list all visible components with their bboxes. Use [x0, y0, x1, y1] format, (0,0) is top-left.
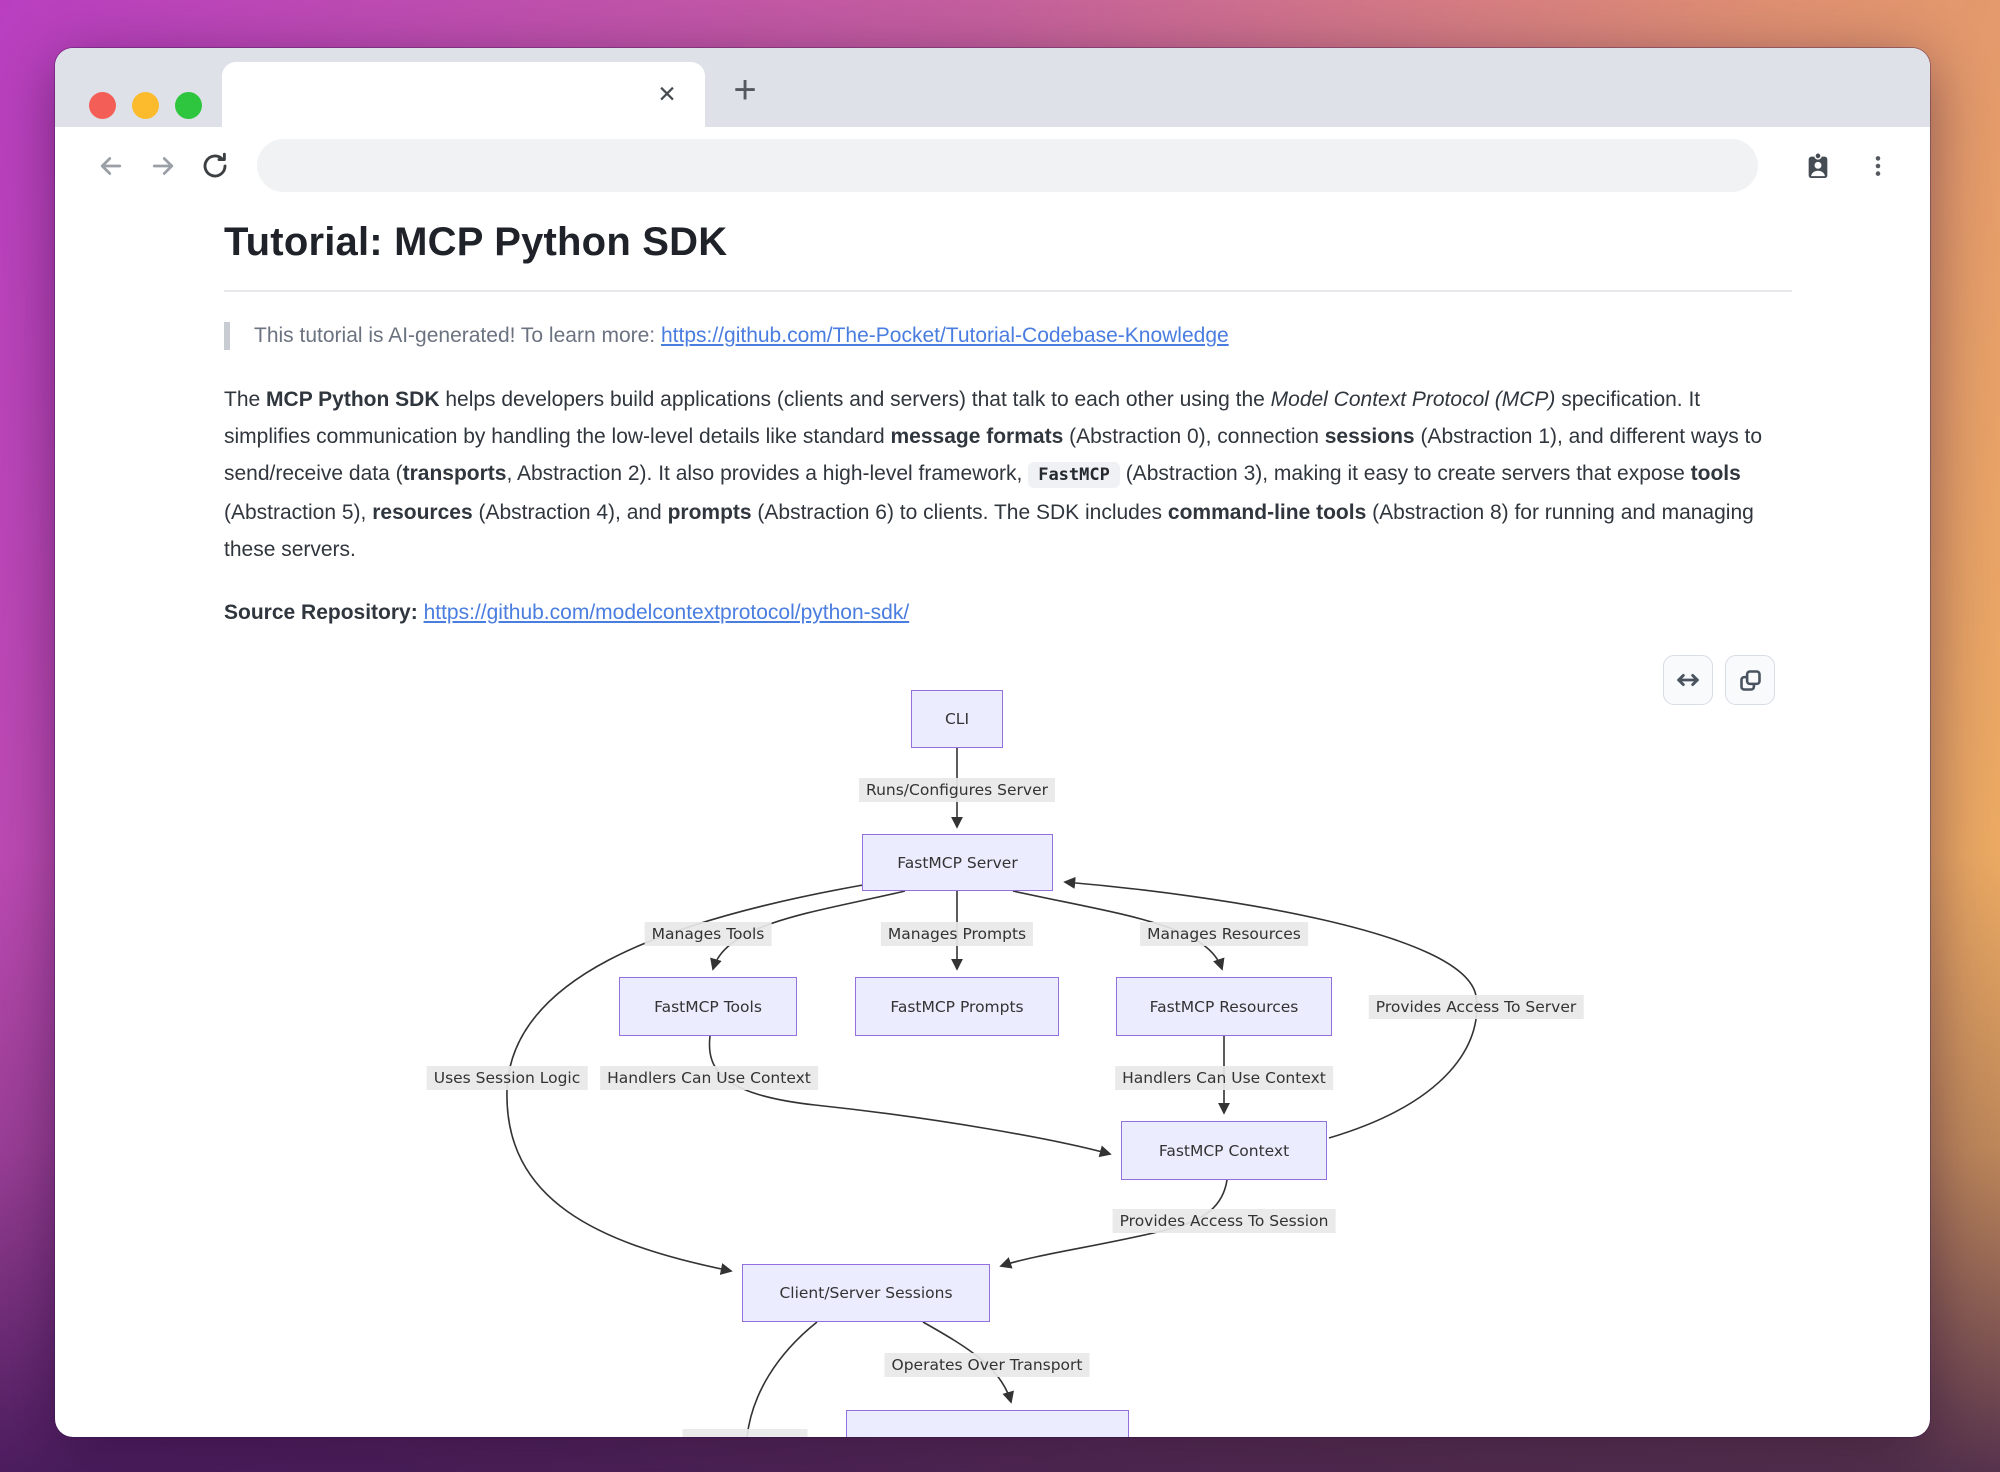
page-content: Tutorial: MCP Python SDK This tutorial i…: [55, 204, 1930, 625]
browser-window: ✕ + Tutorial: MCP Python SDK This tutori…: [55, 48, 1930, 1437]
edge-label: Operates Over Transport: [884, 1353, 1089, 1377]
edge-label: Manages Tools: [645, 922, 772, 946]
traffic-light-zoom-icon[interactable]: [175, 92, 202, 119]
edge-label: Handlers Can Use Context: [1115, 1066, 1333, 1090]
edge-label: Manages Resources: [1140, 922, 1308, 946]
node-cli[interactable]: CLI: [911, 690, 1003, 748]
edge-label: Provides Access To Server: [1369, 995, 1584, 1019]
expand-horizontal-icon: [1674, 666, 1702, 694]
traffic-light-minimize-icon[interactable]: [132, 92, 159, 119]
forward-icon[interactable]: [137, 140, 189, 192]
traffic-lights: [89, 92, 202, 119]
node-fastmcp-prompts[interactable]: FastMCP Prompts: [855, 977, 1059, 1036]
expand-diagram-button[interactable]: [1663, 655, 1713, 705]
node-transport-partial[interactable]: [846, 1410, 1129, 1437]
copy-diagram-button[interactable]: [1725, 655, 1775, 705]
edge-label: Handlers Can Use Context: [600, 1066, 818, 1090]
edge-label: Uses Session Logic: [427, 1066, 588, 1090]
page-title: Tutorial: MCP Python SDK: [224, 220, 1792, 265]
source-repository-link[interactable]: https://github.com/modelcontextprotocol/…: [424, 601, 910, 624]
intro-paragraph: The MCP Python SDK helps developers buil…: [224, 381, 1792, 568]
tutorial-codebase-link[interactable]: https://github.com/The-Pocket/Tutorial-C…: [661, 324, 1229, 347]
edge-label: Provides Access To Session: [1113, 1209, 1336, 1233]
reload-icon[interactable]: [189, 140, 241, 192]
copy-icon: [1737, 667, 1764, 694]
edge-label-partial: [683, 1429, 808, 1437]
traffic-light-close-icon[interactable]: [89, 92, 116, 119]
edge-label: Manages Prompts: [881, 922, 1033, 946]
new-tab-button[interactable]: +: [721, 66, 769, 114]
node-fastmcp-server[interactable]: FastMCP Server: [862, 834, 1053, 891]
node-client-server-sessions[interactable]: Client/Server Sessions: [742, 1264, 990, 1322]
node-fastmcp-context[interactable]: FastMCP Context: [1121, 1121, 1327, 1180]
edge-label: Runs/Configures Server: [859, 778, 1055, 802]
tab-strip: ✕ +: [55, 48, 1930, 127]
browser-tab[interactable]: ✕: [222, 62, 705, 127]
browser-toolbar: [55, 127, 1930, 204]
menu-kebab-icon[interactable]: [1852, 140, 1904, 192]
address-bar[interactable]: [257, 139, 1758, 192]
source-repository-line: Source Repository: https://github.com/mo…: [224, 601, 1792, 625]
title-divider: [224, 290, 1792, 292]
node-fastmcp-tools[interactable]: FastMCP Tools: [619, 977, 797, 1036]
source-repository-label: Source Repository:: [224, 601, 418, 624]
tab-close-icon[interactable]: ✕: [649, 76, 685, 112]
note-text: This tutorial is AI-generated! To learn …: [254, 324, 661, 347]
node-fastmcp-resources[interactable]: FastMCP Resources: [1116, 977, 1332, 1036]
ai-generated-note: This tutorial is AI-generated! To learn …: [224, 322, 1792, 350]
back-icon[interactable]: [85, 140, 137, 192]
profile-icon[interactable]: [1792, 140, 1844, 192]
